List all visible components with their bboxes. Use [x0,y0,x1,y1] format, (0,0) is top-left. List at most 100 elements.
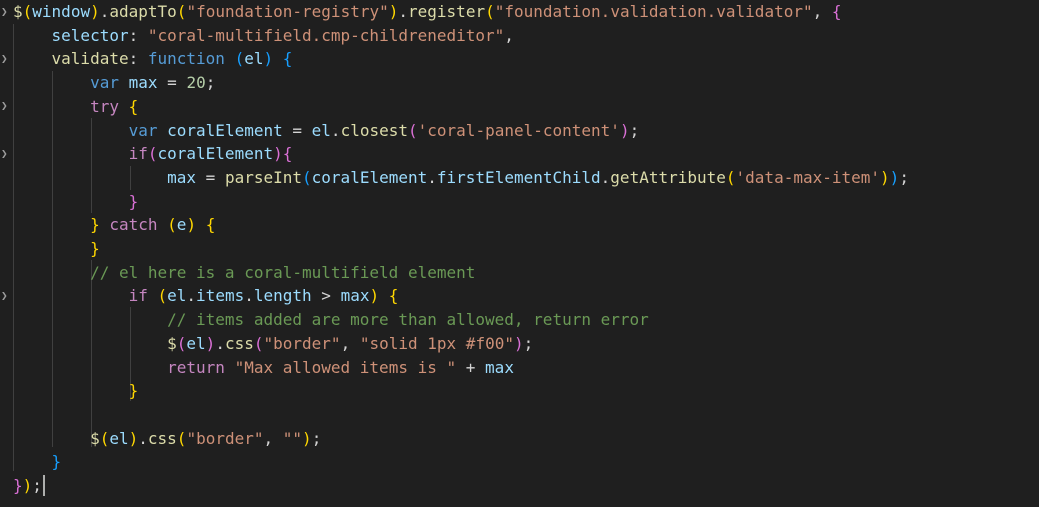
token: ) [880,167,890,187]
fold-chevron-icon[interactable]: ❯ [1,148,11,160]
code-line[interactable]: } catch (e) { [13,213,215,237]
code-line[interactable]: }); [13,474,42,498]
code-line[interactable]: } [13,190,139,214]
token: ( [176,2,187,21]
token: { [282,144,293,164]
token: $ [90,428,100,448]
code-editor[interactable]: ❯ ❯ ❯ ❯ ❯ $(window).adaptTo("foundation-… [0,0,1039,507]
token: ( [22,2,33,21]
comment: // el here is a coral-multifield element [90,262,476,282]
token: { [282,49,293,69]
token: { [128,96,139,116]
token: function [147,49,225,69]
token: "Max allowed items is " [234,357,457,377]
token: ) [90,2,100,21]
token: validate [51,49,129,69]
token: coralElement [311,167,428,187]
token: max [128,73,158,93]
token: $ [167,333,177,353]
token: . [138,428,148,448]
code-line[interactable]: $(el).css("border", "solid 1px #f00"); [13,332,533,356]
token: ; [32,476,42,495]
token: if [128,144,148,164]
code-line[interactable]: if(coralElement){ [13,142,293,166]
fold-chevron-icon[interactable]: ❯ [1,290,11,302]
code-line[interactable]: $(el).css("border", ""); [13,427,321,451]
token: ( [176,428,187,448]
code-line[interactable]: // el here is a coral-multifield element [13,261,475,285]
token: try [90,96,119,116]
token: el [109,428,129,448]
code-line[interactable]: if (el.items.length > max) { [13,284,399,308]
token: ) [22,476,33,495]
token: 'coral-panel-content' [417,120,620,140]
code-line[interactable]: validate: function (el) { [13,47,293,71]
token: css [224,333,254,353]
token: } [128,191,139,211]
code-line[interactable]: return "Max allowed items is " + max [13,356,514,380]
token: var [128,120,158,140]
token: coralElement [167,120,283,140]
fold-chevron-icon[interactable]: ❯ [1,53,11,65]
token: length [253,286,312,306]
token: adaptTo [109,2,177,21]
token: , [504,25,514,45]
token: ) [889,167,900,187]
token: el [311,120,331,140]
code-line[interactable]: var coralElement = el.closest('coral-pan… [13,119,640,143]
token: ) [369,286,380,306]
token: max [485,357,514,377]
token: ( [725,167,736,187]
token: . [600,167,611,187]
token: ) [388,2,399,21]
token: } [51,452,62,472]
code-line[interactable]: $(window).adaptTo("foundation-registry")… [13,0,842,24]
token: = [167,73,177,93]
token: } [128,381,139,401]
token: } [90,239,100,258]
code-line[interactable]: var max = 20; [13,71,215,95]
token: "" [282,428,303,448]
token: ( [485,2,495,21]
code-line[interactable]: } [13,450,62,474]
token: { [205,215,216,235]
token: ( [302,167,312,187]
token: el [244,49,264,69]
token: max [340,286,370,306]
token: ( [167,215,177,235]
token: + [465,357,476,377]
token: = [292,120,303,140]
token: catch [109,215,158,235]
token: { [831,2,842,21]
token: ( [157,286,168,306]
token: ( [253,333,264,353]
fold-chevron-icon[interactable]: ❯ [1,100,11,112]
token: ) [302,428,312,448]
code-line[interactable]: } [13,379,139,403]
token: ( [234,49,245,69]
token: . [330,120,341,140]
code-line[interactable]: try { [13,95,138,119]
token: . [427,167,437,187]
token: ) [128,428,139,448]
token: var [90,73,119,93]
token: "coral-multifield.cmp-childreneditor" [147,25,505,45]
token: items [196,286,245,306]
token: el [186,333,206,353]
token: . [99,2,110,21]
token: ; [629,120,640,140]
fold-chevron-icon[interactable]: ❯ [1,6,11,18]
code-line[interactable]: max = parseInt(coralElement.firstElement… [13,166,909,190]
token: } [90,215,100,235]
token: coralElement [157,144,274,164]
code-line[interactable]: // items added are more than allowed, re… [13,308,649,332]
token: firstElementChild [436,167,601,187]
token: ; [523,333,534,353]
token: ) [513,333,524,353]
token: "foundation.validation.validator" [494,2,813,21]
code-line[interactable]: } [13,237,100,261]
token: $ [13,2,23,21]
token: , [263,428,274,448]
code-line[interactable]: selector: "coral-multifield.cmp-children… [13,24,514,48]
token: el [167,286,187,306]
